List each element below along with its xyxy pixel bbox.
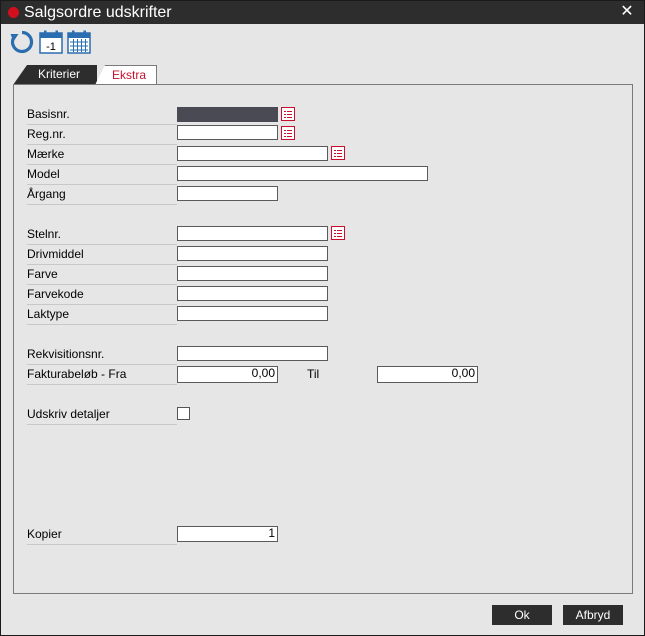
refresh-icon xyxy=(10,30,34,54)
basisnr-lookup-button[interactable] xyxy=(281,107,295,121)
maerke-lookup-button[interactable] xyxy=(331,146,345,160)
window-title: Salgsordre udskrifter xyxy=(24,4,172,21)
rekvisitionsnr-field[interactable] xyxy=(177,346,328,361)
fakturabelob-to-field[interactable]: 0,00 xyxy=(377,366,478,383)
udskriv-detaljer-checkbox[interactable] xyxy=(177,407,190,420)
farvekode-label: Farvekode xyxy=(27,287,177,305)
kopier-field[interactable]: 1 xyxy=(177,526,278,542)
tab-kriterier[interactable]: Kriterier xyxy=(13,65,97,85)
maerke-label: Mærke xyxy=(27,147,177,165)
drivmiddel-label: Drivmiddel xyxy=(27,247,177,265)
maerke-field[interactable] xyxy=(177,146,328,161)
calendar-minus-icon: -1 xyxy=(39,30,63,54)
model-label: Model xyxy=(27,167,177,185)
regnr-field[interactable] xyxy=(177,125,278,140)
fakturabelob-from-field[interactable]: 0,00 xyxy=(177,366,278,383)
cancel-button[interactable]: Afbryd xyxy=(563,605,623,625)
calendar-icon xyxy=(67,30,91,54)
aargang-label: Årgang xyxy=(27,187,177,205)
ok-button[interactable]: Ok xyxy=(492,605,552,625)
model-field[interactable] xyxy=(177,166,428,181)
udskriv-detaljer-label: Udskriv detaljer xyxy=(27,407,177,425)
regnr-label: Reg.nr. xyxy=(27,127,177,145)
fakturabelob-til-label: Til xyxy=(307,367,320,381)
farve-field[interactable] xyxy=(177,266,328,281)
basisnr-label: Basisnr. xyxy=(27,107,177,125)
laktype-label: Laktype xyxy=(27,307,177,325)
dialog-window: Salgsordre udskrifter ✕ -1 Kriterier Eks… xyxy=(0,0,645,636)
stelnr-lookup-button[interactable] xyxy=(331,226,345,240)
calendar-button[interactable] xyxy=(66,29,92,55)
basisnr-field[interactable] xyxy=(177,107,278,122)
calendar-minus-one-button[interactable]: -1 xyxy=(38,29,64,55)
calendar-minus-label: -1 xyxy=(46,41,56,53)
regnr-lookup-button[interactable] xyxy=(281,126,295,140)
laktype-field[interactable] xyxy=(177,306,328,321)
farve-label: Farve xyxy=(27,267,177,285)
stelnr-label: Stelnr. xyxy=(27,227,177,245)
stelnr-field[interactable] xyxy=(177,226,328,241)
title-bar: Salgsordre udskrifter ✕ xyxy=(1,1,644,24)
fakturabelob-label: Fakturabeløb - Fra xyxy=(27,367,177,385)
kopier-label: Kopier xyxy=(27,527,177,545)
farvekode-field[interactable] xyxy=(177,286,328,301)
rekvisitionsnr-label: Rekvisitionsnr. xyxy=(27,347,177,365)
aargang-field[interactable] xyxy=(177,186,278,201)
ekstra-panel: Basisnr. Reg.nr. Mærke Model Årgang Stel… xyxy=(13,84,633,594)
drivmiddel-field[interactable] xyxy=(177,246,328,261)
refresh-button[interactable] xyxy=(9,29,35,55)
close-button[interactable]: ✕ xyxy=(618,2,636,22)
app-status-dot-icon xyxy=(8,7,19,18)
tab-ekstra[interactable]: Ekstra xyxy=(95,65,157,85)
